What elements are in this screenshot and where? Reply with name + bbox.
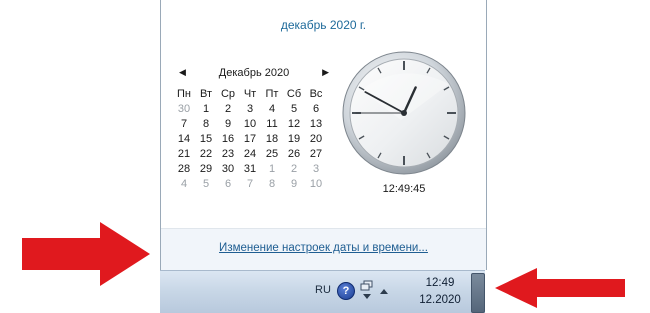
calendar-day[interactable]: 20 — [305, 131, 327, 146]
calendar-day[interactable]: 7 — [173, 116, 195, 131]
calendar-day[interactable]: 3 — [239, 101, 261, 116]
show-desktop-button[interactable] — [471, 273, 485, 313]
digital-time-readout: 12:49:45 — [382, 183, 426, 195]
calendar-month-label[interactable]: Декабрь 2020 — [197, 67, 311, 79]
taskbar-time: 12:49 — [425, 277, 455, 289]
weekday-label: Ср — [220, 87, 236, 100]
taskbar: RU ? 12:49 12.2020 — [160, 270, 485, 313]
change-date-time-settings-link[interactable]: Изменение настроек даты и времени... — [161, 242, 486, 254]
calendar-day[interactable]: 8 — [195, 116, 217, 131]
calendar-day[interactable]: 22 — [195, 146, 217, 161]
calendar-day[interactable]: 4 — [173, 176, 195, 191]
calendar-day[interactable]: 7 — [239, 176, 261, 191]
weekday-label: Пт — [265, 87, 279, 100]
weekday-header-row: Пн Вт Ср Чт Пт Сб Вс — [173, 86, 327, 101]
calendar-day[interactable]: 6 — [217, 176, 239, 191]
calendar-day[interactable]: 27 — [305, 146, 327, 161]
calendar-grid: Пн Вт Ср Чт Пт Сб Вс 30 1 2 3 4 5 6 7 8 — [173, 86, 327, 191]
calendar-day[interactable]: 21 — [173, 146, 195, 161]
calendar-popup: декабрь 2020 г. ◀ Декабрь 2020 ▶ Пн Вт С… — [160, 0, 487, 270]
calendar-day[interactable]: 3 — [305, 161, 327, 176]
weekday-label: Вс — [309, 87, 323, 100]
help-icon[interactable]: ? — [337, 282, 355, 300]
calendar-day[interactable]: 9 — [283, 176, 305, 191]
calendar-day[interactable]: 4 — [261, 101, 283, 116]
calendar-day[interactable]: 8 — [261, 176, 283, 191]
calendar-day[interactable]: 12 — [283, 116, 305, 131]
language-indicator[interactable]: RU — [315, 284, 331, 296]
calendar-day[interactable]: 23 — [217, 146, 239, 161]
calendar-week-row: 30 1 2 3 4 5 6 — [173, 101, 327, 116]
weekday-label: Вт — [199, 87, 212, 100]
calendar-day[interactable]: 11 — [261, 116, 283, 131]
calendar-navigation: ◀ Декабрь 2020 ▶ — [179, 67, 329, 81]
calendar-day[interactable]: 1 — [195, 101, 217, 116]
weekday-label: Пн — [177, 87, 191, 100]
calendar-day[interactable]: 17 — [239, 131, 261, 146]
long-date-header[interactable]: декабрь 2020 г. — [161, 18, 486, 32]
calendar-day[interactable]: 2 — [283, 161, 305, 176]
red-arrow-right — [22, 222, 150, 286]
weekday-label: Сб — [286, 87, 302, 100]
calendar-day[interactable]: 10 — [239, 116, 261, 131]
taskbar-clock[interactable]: 12:49 12.2020 — [410, 271, 468, 313]
calendar-week-row: 4 5 6 7 8 9 10 — [173, 176, 327, 191]
previous-month-icon[interactable]: ◀ — [179, 67, 186, 78]
calendar-day[interactable]: 19 — [283, 131, 305, 146]
calendar-day[interactable]: 24 — [239, 146, 261, 161]
calendar-day[interactable]: 28 — [173, 161, 195, 176]
network-icon[interactable] — [360, 279, 374, 303]
taskbar-date: 12.2020 — [419, 294, 461, 306]
popup-footer: Изменение настроек даты и времени... — [161, 229, 486, 270]
calendar-day[interactable]: 30 — [217, 161, 239, 176]
calendar-day[interactable]: 9 — [217, 116, 239, 131]
calendar-day[interactable]: 15 — [195, 131, 217, 146]
calendar-day[interactable]: 6 — [305, 101, 327, 116]
next-month-icon[interactable]: ▶ — [322, 67, 329, 78]
calendar-week-row: 14 15 16 17 18 19 20 — [173, 131, 327, 146]
calendar-day[interactable]: 1 — [261, 161, 283, 176]
show-hidden-icons-icon[interactable] — [380, 289, 388, 294]
calendar-day[interactable]: 26 — [283, 146, 305, 161]
calendar-day[interactable]: 2 — [217, 101, 239, 116]
calendar-day[interactable]: 10 — [305, 176, 327, 191]
calendar-week-row: 21 22 23 24 25 26 27 — [173, 146, 327, 161]
clock-center-pin — [401, 110, 407, 116]
calendar-week-row: 28 29 30 31 1 2 3 — [173, 161, 327, 176]
calendar-day[interactable]: 5 — [195, 176, 217, 191]
calendar-week-row: 7 8 9 10 11 12 13 — [173, 116, 327, 131]
calendar-day[interactable]: 30 — [173, 101, 195, 116]
weekday-label: Чт — [243, 87, 257, 100]
analog-clock — [342, 51, 466, 175]
calendar-day[interactable]: 5 — [283, 101, 305, 116]
red-arrow-left — [495, 268, 625, 308]
calendar-day[interactable]: 14 — [173, 131, 195, 146]
calendar-day[interactable]: 18 — [261, 131, 283, 146]
calendar-day[interactable]: 31 — [239, 161, 261, 176]
calendar-day[interactable]: 16 — [217, 131, 239, 146]
calendar-day[interactable]: 25 — [261, 146, 283, 161]
calendar-day[interactable]: 29 — [195, 161, 217, 176]
calendar-day[interactable]: 13 — [305, 116, 327, 131]
